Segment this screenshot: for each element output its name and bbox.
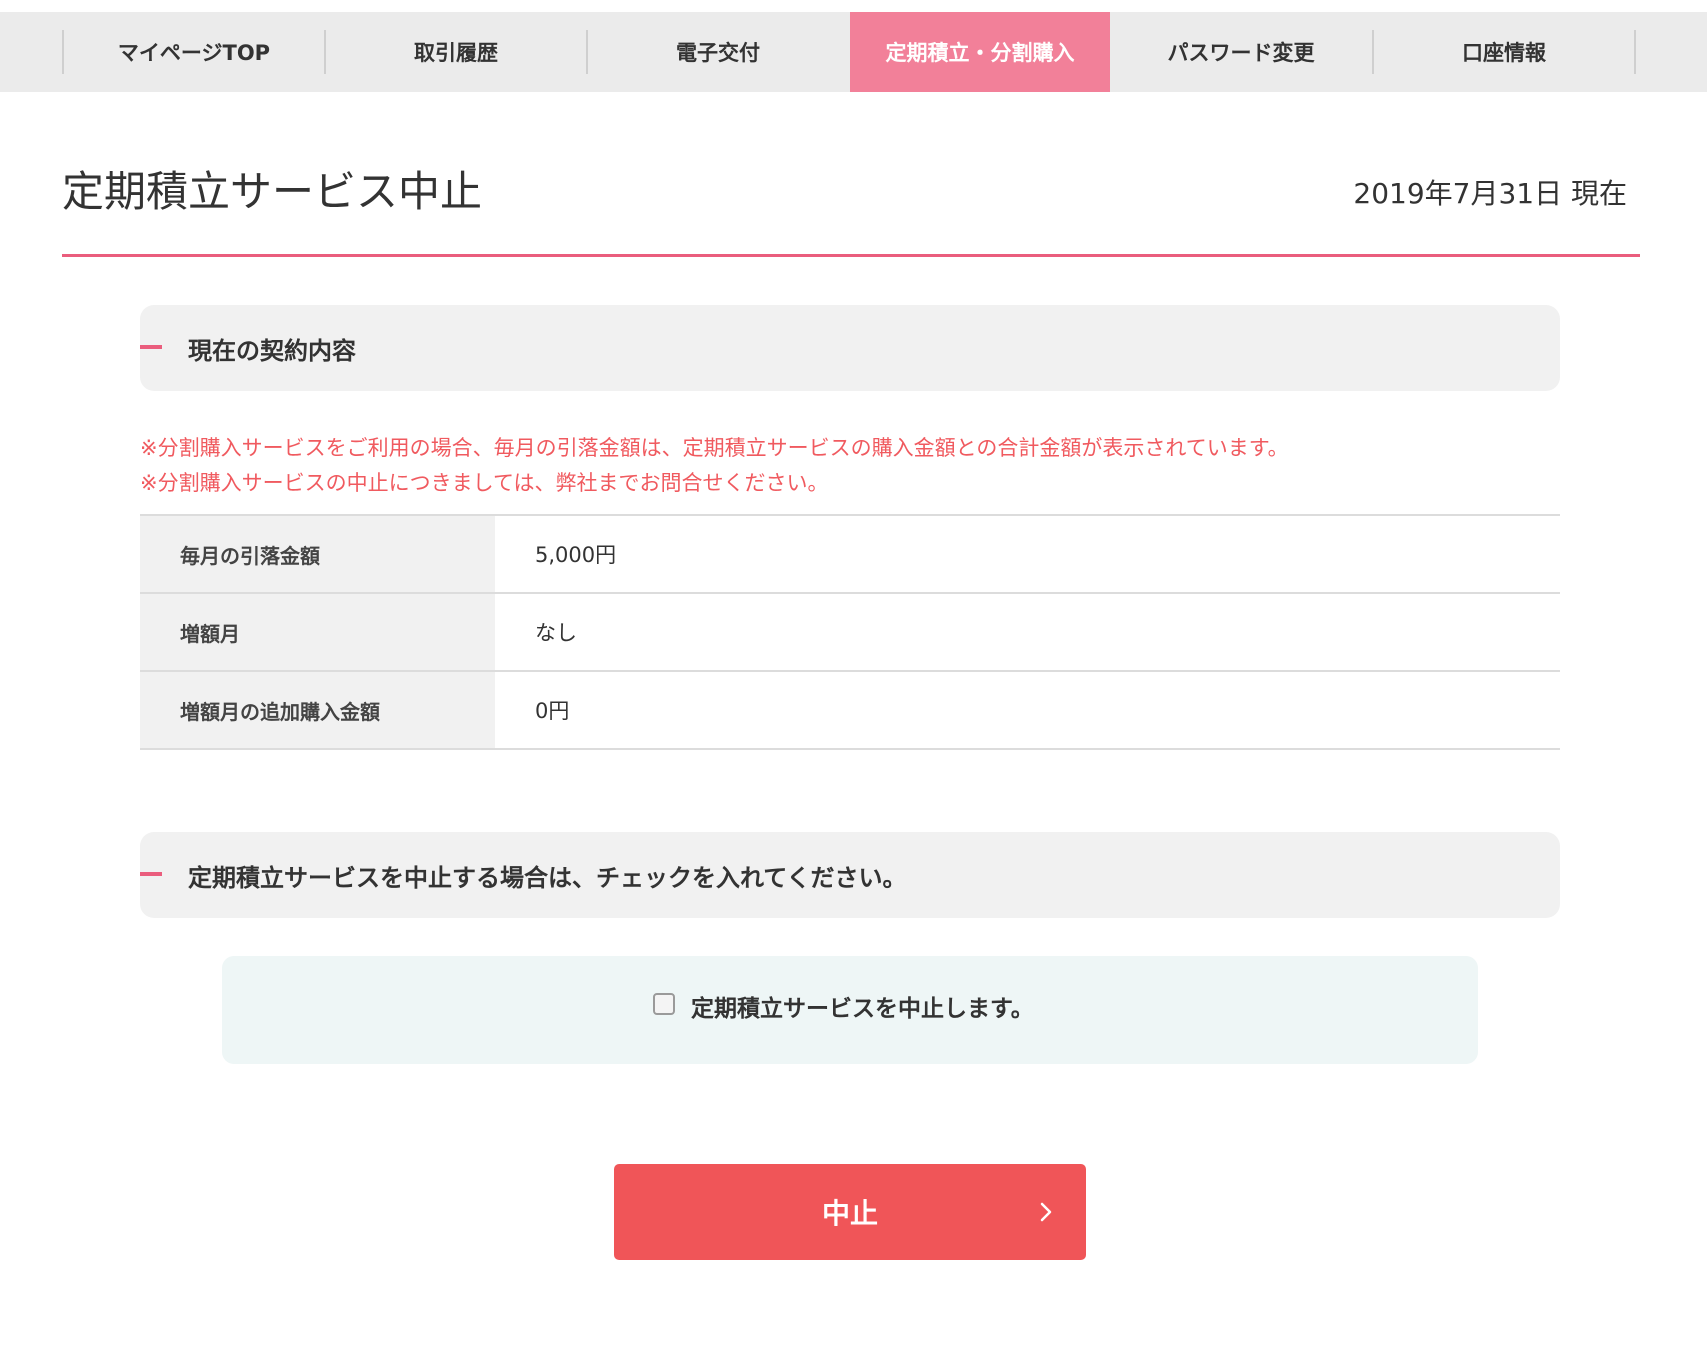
chevron-right-icon bbox=[1040, 1202, 1052, 1222]
nav-item-label: 電子交付 bbox=[676, 41, 760, 65]
nav-item-account-info[interactable]: 口座情報 bbox=[1373, 12, 1635, 92]
table-row: 毎月の引落金額 5,000円 bbox=[140, 516, 1560, 594]
nav-item-mypage-top[interactable]: マイページTOP bbox=[63, 12, 325, 92]
table-row: 増額月の追加購入金額 0円 bbox=[140, 672, 1560, 750]
nav-item-electronic-delivery[interactable]: 電子交付 bbox=[587, 12, 849, 92]
page-title: 定期積立サービス中止 bbox=[62, 167, 483, 216]
nav-item-regular-savings[interactable]: 定期積立・分割購入 bbox=[850, 12, 1110, 92]
nav-item-transaction-history[interactable]: 取引履歴 bbox=[325, 12, 587, 92]
contract-section-title: 現在の契約内容 bbox=[188, 336, 356, 365]
section-dash-marker bbox=[140, 345, 162, 349]
cancel-section-header: 定期積立サービスを中止する場合は、チェックを入れてください。 bbox=[140, 832, 1560, 918]
nav-item-label: マイページTOP bbox=[117, 41, 271, 65]
contract-section-header: 現在の契約内容 bbox=[140, 305, 1560, 391]
confirm-checkbox[interactable] bbox=[653, 993, 675, 1015]
nav-item-label: 定期積立・分割購入 bbox=[885, 41, 1075, 65]
nav-item-label: 取引履歴 bbox=[414, 41, 498, 65]
as-of-date: 2019年7月31日 現在 bbox=[1353, 177, 1627, 210]
top-nav: マイページTOP 取引履歴 電子交付 定期積立・分割購入 パスワード変更 口座情… bbox=[0, 12, 1707, 92]
title-divider bbox=[62, 254, 1640, 257]
row-value: 5,000円 bbox=[535, 543, 617, 567]
confirm-checkbox-label[interactable]: 定期積立サービスを中止します。 bbox=[691, 989, 1034, 1023]
section-dash-marker bbox=[140, 872, 162, 876]
nav-item-label: パスワード変更 bbox=[1167, 41, 1315, 65]
row-value: 0円 bbox=[535, 699, 570, 723]
stop-button[interactable]: 中止 bbox=[614, 1164, 1086, 1260]
cancel-section-title: 定期積立サービスを中止する場合は、チェックを入れてください。 bbox=[188, 863, 907, 892]
stop-button-label: 中止 bbox=[821, 1197, 878, 1230]
row-label: 増額月 bbox=[140, 594, 495, 670]
note-text: ※分割購入サービスをご利用の場合、毎月の引落金額は、定期積立サービスの購入金額と… bbox=[140, 436, 1289, 460]
confirm-panel: 定期積立サービスを中止します。 bbox=[222, 956, 1478, 1064]
row-label: 増額月の追加購入金額 bbox=[140, 672, 495, 748]
row-label: 毎月の引落金額 bbox=[140, 516, 495, 592]
table-row: 増額月 なし bbox=[140, 594, 1560, 672]
row-value: なし bbox=[535, 621, 577, 645]
note-text: ※分割購入サービスの中止につきましては、弊社までお問合せください。 bbox=[140, 471, 829, 495]
nav-item-label: 口座情報 bbox=[1462, 41, 1546, 65]
contract-table: 毎月の引落金額 5,000円 増額月 なし 増額月の追加購入金額 0円 bbox=[140, 514, 1560, 750]
nav-divider bbox=[1634, 30, 1636, 74]
nav-item-password-change[interactable]: パスワード変更 bbox=[1110, 12, 1372, 92]
